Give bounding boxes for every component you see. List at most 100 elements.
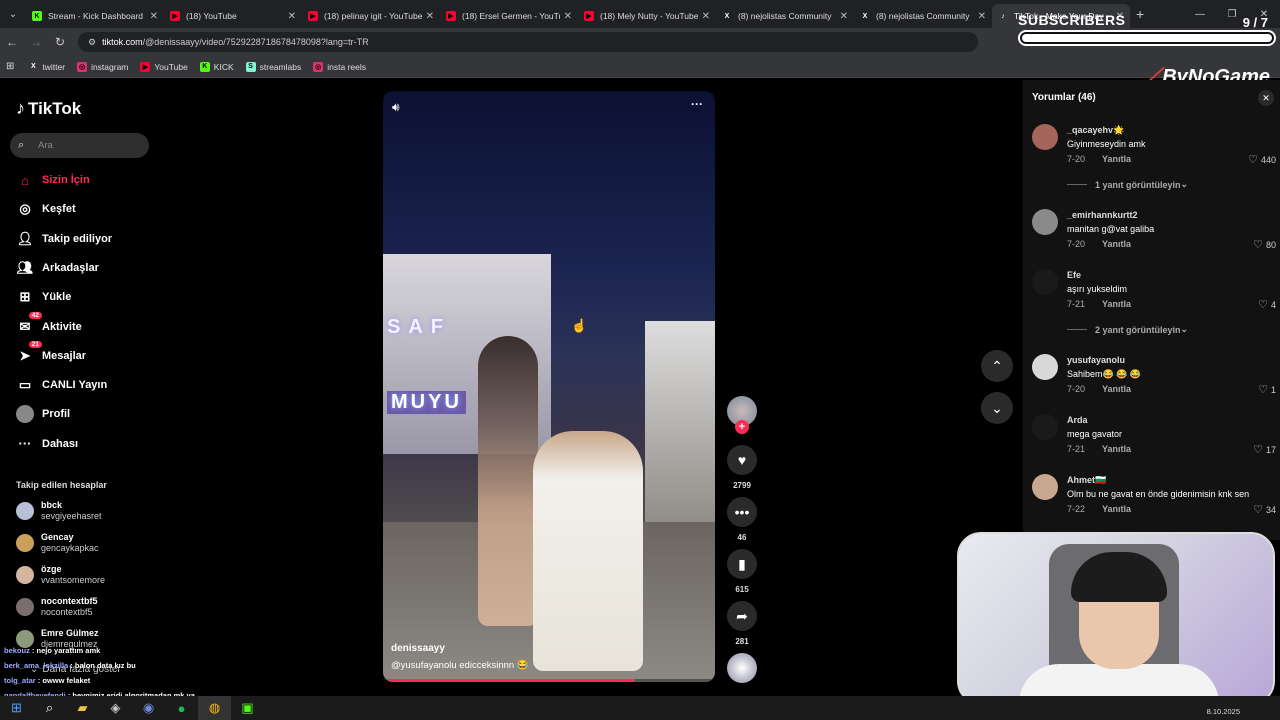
view-replies-link[interactable]: 1 yanıt görüntüleyin ⌄ bbox=[1067, 179, 1188, 190]
share-icon[interactable]: ➦ bbox=[727, 601, 757, 631]
comment-avatar[interactable] bbox=[1032, 354, 1058, 380]
followed-account[interactable]: bbck sevgiyeehasret bbox=[16, 500, 102, 522]
video-progress-bar[interactable] bbox=[383, 679, 715, 682]
windows-start-icon[interactable]: ⊞ bbox=[0, 696, 33, 720]
comment-username[interactable]: _emirhannkurtt2 bbox=[1067, 210, 1138, 220]
close-icon[interactable]: ✕ bbox=[1258, 90, 1274, 106]
reply-button[interactable]: Yanıtla bbox=[1102, 239, 1131, 249]
followed-account[interactable]: nocontextbf5 nocontextbf5 bbox=[16, 596, 98, 618]
url-field[interactable]: ⚙ tiktok.com /@denissaayy/video/75292287… bbox=[78, 32, 978, 52]
browser-tab[interactable]: X (8) nejolistas Community ✕ bbox=[716, 4, 854, 28]
bookmark-youtube[interactable]: ▶ YouTube bbox=[140, 61, 188, 72]
site-info-icon[interactable]: ⚙ bbox=[88, 37, 96, 48]
sidebar-item-following[interactable]: 👤︎ Takip ediliyor bbox=[16, 230, 112, 248]
sidebar-item-messages[interactable]: ➤ 21 Mesajlar bbox=[16, 340, 86, 365]
browser-tab[interactable]: ▶ (18) pelinay igit - YouTube ✕ bbox=[302, 4, 440, 28]
video-sign-safe: SAF bbox=[387, 316, 451, 338]
save-action[interactable]: ▮ 615 bbox=[724, 549, 760, 594]
sidebar-item-upload[interactable]: ⊞ Yükle bbox=[16, 288, 72, 306]
sidebar-item-friends[interactable]: 👥︎ Arkadaşlar bbox=[16, 259, 99, 277]
comment-like[interactable]: ♡ 17 bbox=[1253, 443, 1276, 456]
view-replies-link[interactable]: 2 yanıt görüntüleyin ⌄ bbox=[1067, 324, 1188, 335]
back-icon[interactable]: ← bbox=[0, 35, 24, 49]
sidebar-item-live[interactable]: ▭ CANLI Yayın bbox=[16, 376, 107, 394]
sidebar-item-more[interactable]: ··· Dahası bbox=[16, 435, 79, 453]
browser-tab[interactable]: X (8) nejolistas Community ✕ bbox=[854, 4, 992, 28]
comment-like[interactable]: ♡ 1 bbox=[1258, 383, 1276, 396]
comment-username[interactable]: Efe bbox=[1067, 270, 1081, 280]
browser-tab[interactable]: ▶ (18) Mely Nutty - YouTube ✕ bbox=[578, 4, 716, 28]
streaming-app-icon[interactable]: ▣ bbox=[231, 696, 264, 720]
close-tab-icon[interactable]: ✕ bbox=[150, 11, 158, 22]
comment-like[interactable]: ♡ 80 bbox=[1253, 238, 1276, 251]
followed-account[interactable]: Gencay gencaykapkac bbox=[16, 532, 99, 554]
more-options-icon[interactable]: ··· bbox=[691, 97, 703, 111]
comment-avatar[interactable] bbox=[1032, 474, 1058, 500]
comment-avatar[interactable] bbox=[1032, 269, 1058, 295]
bookmark-insta-reels[interactable]: ◎ insta reels bbox=[313, 61, 366, 72]
comment-icon[interactable]: ••• bbox=[727, 497, 757, 527]
spotify-icon[interactable]: ● bbox=[165, 696, 198, 720]
close-tab-icon[interactable]: ✕ bbox=[564, 11, 572, 22]
apps-icon[interactable]: ⊞ bbox=[6, 61, 14, 72]
comment-avatar[interactable] bbox=[1032, 124, 1058, 150]
search-input[interactable]: ⌕ Ara bbox=[10, 133, 149, 158]
comment-avatar[interactable] bbox=[1032, 414, 1058, 440]
sidebar-item-profile[interactable]: ● Profil bbox=[16, 405, 70, 424]
reply-button[interactable]: Yanıtla bbox=[1102, 299, 1131, 309]
next-video-button[interactable]: ⌄ bbox=[981, 392, 1013, 424]
close-tab-icon[interactable]: ✕ bbox=[426, 11, 434, 22]
tab-search-icon[interactable]: ⌄ bbox=[0, 0, 26, 28]
comment-action[interactable]: ••• 46 bbox=[724, 497, 760, 542]
discord-icon[interactable]: ◉ bbox=[132, 696, 165, 720]
forward-icon[interactable]: → bbox=[24, 35, 48, 49]
replies-label: 2 yanıt görüntüleyin bbox=[1095, 324, 1181, 335]
reply-button[interactable]: Yanıtla bbox=[1102, 504, 1131, 514]
comment-like-count: 17 bbox=[1265, 444, 1276, 455]
close-tab-icon[interactable]: ✕ bbox=[978, 11, 986, 22]
share-action[interactable]: ➦ 281 bbox=[724, 601, 760, 646]
sidebar-item-home[interactable]: ⌂ Sizin İçin bbox=[16, 171, 90, 189]
close-tab-icon[interactable]: ✕ bbox=[702, 11, 710, 22]
avatar bbox=[16, 598, 34, 616]
taskbar-search-icon[interactable]: ⌕ bbox=[33, 696, 66, 720]
comment-username[interactable]: yusufayanolu bbox=[1067, 355, 1125, 365]
bookmark-icon[interactable]: ▮ bbox=[727, 549, 757, 579]
browser-tab[interactable]: K Stream - Kick Dashboard ✕ bbox=[26, 4, 164, 28]
like-action[interactable]: ♥ 2799 bbox=[724, 445, 760, 490]
comment-username[interactable]: Ahmet🇧🇬 bbox=[1067, 475, 1106, 486]
followed-account[interactable]: özge vvantsomemore bbox=[16, 564, 105, 586]
reply-button[interactable]: Yanıtla bbox=[1102, 444, 1131, 454]
heart-icon[interactable]: ♥ bbox=[727, 445, 757, 475]
previous-video-button[interactable]: ⌃ bbox=[981, 350, 1013, 382]
reply-button[interactable]: Yanıtla bbox=[1102, 154, 1131, 164]
bookmark-kick[interactable]: K KICK bbox=[199, 61, 234, 72]
comment-like[interactable]: ♡ 440 bbox=[1248, 153, 1276, 166]
volume-icon[interactable]: 🔊︎ bbox=[392, 100, 400, 115]
comment-username[interactable]: _qacayehv🌟 bbox=[1067, 125, 1124, 136]
music-disc-icon[interactable] bbox=[727, 653, 757, 683]
sidebar-item-activity[interactable]: ✉ 42 Aktivite bbox=[16, 311, 82, 336]
followed-accounts-title: Takip edilen hesaplar bbox=[16, 480, 107, 490]
browser-tab[interactable]: ▶ (18) Ersel Germen - YouTube ✕ bbox=[440, 4, 578, 28]
comment-username[interactable]: Arda bbox=[1067, 415, 1088, 425]
bookmark-streamlabs[interactable]: Sstreamlabs bbox=[245, 61, 301, 72]
close-tab-icon[interactable]: ✕ bbox=[840, 11, 848, 22]
app-icon[interactable]: ◈ bbox=[99, 696, 132, 720]
browser-tab[interactable]: ▶ (18) YouTube ✕ bbox=[164, 4, 302, 28]
bookmark-instagram[interactable]: ◎ instagram bbox=[77, 61, 128, 72]
reload-icon[interactable]: ↻ bbox=[48, 35, 72, 49]
bookmark-twitter[interactable]: Xtwitter bbox=[28, 62, 65, 72]
comment-like[interactable]: ♡ 34 bbox=[1253, 503, 1276, 516]
file-explorer-icon[interactable]: ▰ bbox=[66, 696, 99, 720]
comment-like[interactable]: ♡ 4 bbox=[1258, 298, 1276, 311]
comment-avatar[interactable] bbox=[1032, 209, 1058, 235]
video-player[interactable]: SAF MUYU 🔊︎ ··· denissaayy @yusufayanolu… bbox=[383, 91, 715, 682]
tiktok-logo[interactable]: ♪ TikTok bbox=[16, 98, 81, 119]
video-author[interactable]: denissaayy bbox=[391, 643, 445, 654]
sidebar-item-compass[interactable]: ◎ Keşfet bbox=[16, 200, 75, 218]
chrome-icon[interactable]: ◍ bbox=[198, 696, 231, 720]
follow-plus-icon[interactable]: + bbox=[735, 420, 749, 434]
close-tab-icon[interactable]: ✕ bbox=[288, 11, 296, 22]
reply-button[interactable]: Yanıtla bbox=[1102, 384, 1131, 394]
